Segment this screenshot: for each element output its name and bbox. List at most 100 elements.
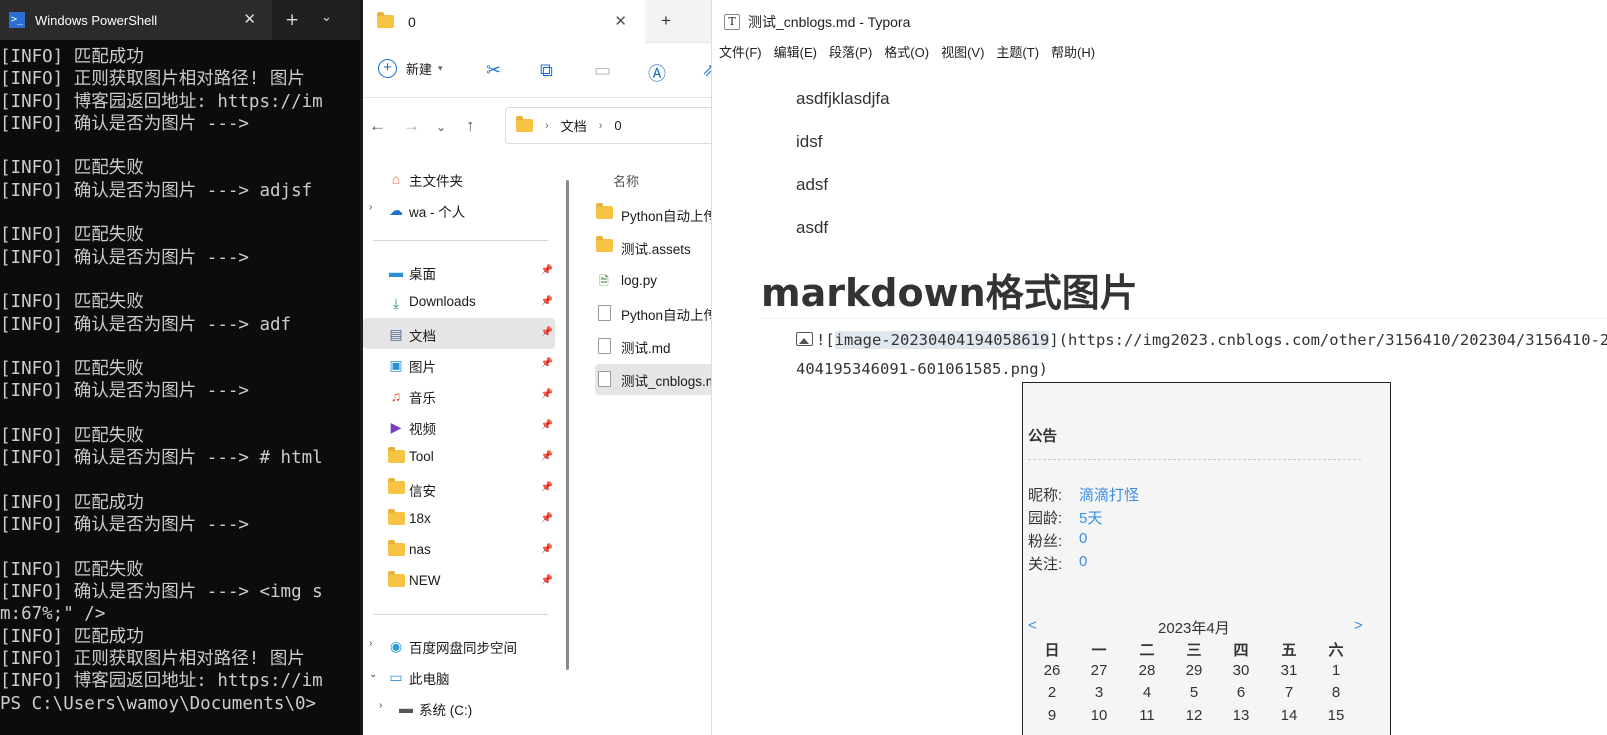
chevron-down-icon[interactable]: ⌄ [369,669,377,680]
close-icon[interactable]: ✕ [243,10,256,28]
paragraph[interactable]: asdf [796,218,828,238]
nav-item-18x[interactable]: 18x 📌 [363,504,555,535]
calendar-day[interactable]: 30 [1226,662,1256,679]
chevron-right-icon[interactable]: › [369,202,372,213]
breadcrumb-item[interactable]: 0 [614,118,621,133]
menu-view[interactable]: 视图(V) [941,42,984,61]
breadcrumb-item[interactable]: 文档 [561,116,587,135]
pin-icon[interactable]: 📌 [541,420,553,431]
nav-item-baidu[interactable]: › ◉ 百度网盘同步空间 [363,630,555,661]
recent-chevron-icon[interactable]: ⌄ [436,120,446,134]
nav-item-home[interactable]: ⌂ 主文件夹 [363,163,555,194]
calendar-day[interactable]: 5 [1179,684,1209,701]
pin-icon[interactable]: 📌 [541,544,553,555]
column-header-name[interactable]: 名称 [613,171,639,190]
info-value-link[interactable]: 0 [1079,530,1087,547]
markdown-image-source[interactable]: ![image-20230404194058619](https://img20… [796,326,1607,384]
calendar-day[interactable]: 11 [1132,707,1162,724]
file-item[interactable]: Python自动上传 [595,298,730,329]
file-item[interactable]: 测试.assets [595,232,730,263]
calendar-day[interactable]: 28 [1132,662,1162,679]
calendar-day[interactable]: 15 [1321,707,1351,724]
nav-item-documents[interactable]: ▤ 文档 📌 [363,318,555,349]
calendar-day[interactable]: 7 [1274,684,1304,701]
nav-item-tool[interactable]: Tool 📌 [363,442,555,473]
powershell-tab[interactable]: >_ Windows PowerShell ✕ [0,0,272,40]
cut-icon[interactable]: ✂ [486,60,501,81]
nav-item-pictures[interactable]: ▣ 图片 📌 [363,349,555,380]
paragraph[interactable]: adsf [796,175,828,195]
calendar-next-button[interactable]: > [1354,617,1363,634]
terminal-output[interactable]: [INFO] 匹配成功 [INFO] 正则获取图片相对路径! 图片 [INFO] 博… [0,46,360,715]
new-tab-icon[interactable]: + [285,10,299,30]
calendar-day[interactable]: 1 [1321,662,1351,679]
nav-item-xinan[interactable]: 信安 📌 [363,473,555,504]
nav-item-desktop[interactable]: ▬ 桌面 📌 [363,256,555,287]
pin-icon[interactable]: 📌 [541,451,553,462]
menu-paragraph[interactable]: 段落(P) [829,42,872,61]
nav-scrollbar[interactable] [566,180,569,670]
nav-item-onedrive[interactable]: › ☁ wa - 个人 [363,194,555,225]
file-item[interactable]: 🗎 log.py [595,265,730,296]
chevron-right-icon[interactable]: › [369,638,372,649]
calendar-day[interactable]: 27 [1084,662,1114,679]
nav-item-videos[interactable]: ▶ 视频 📌 [363,411,555,442]
nav-item-this-pc[interactable]: ⌄ ▭ 此电脑 [363,661,555,692]
heading-1[interactable]: markdown格式图片 [761,262,1138,317]
forward-arrow-icon[interactable]: → [403,116,420,136]
menu-help[interactable]: 帮助(H) [1051,42,1095,61]
pin-icon[interactable]: 📌 [541,296,553,307]
nav-item-drive-c[interactable]: › ▬ 系统 (C:) [373,692,565,723]
chevron-down-icon[interactable]: ⌄ [321,10,332,25]
nav-item-new[interactable]: NEW 📌 [363,566,555,597]
calendar-day[interactable]: 26 [1037,662,1067,679]
file-item[interactable]: Python自动上传 [595,199,730,230]
nav-item-nas[interactable]: nas 📌 [363,535,555,566]
explorer-tab[interactable]: 0 ✕ [363,0,645,43]
calendar-day[interactable]: 6 [1226,684,1256,701]
menu-file[interactable]: 文件(F) [719,42,762,61]
calendar-day[interactable]: 31 [1274,662,1304,679]
paragraph[interactable]: asdfjklasdjfa [796,89,890,109]
calendar-day[interactable]: 12 [1179,707,1209,724]
new-tab-icon[interactable]: + [661,11,671,31]
nav-item-downloads[interactable]: ⤓ Downloads 📌 [363,287,555,318]
info-value-link[interactable]: 滴滴打怪 [1079,484,1139,505]
calendar-day[interactable]: 29 [1179,662,1209,679]
calendar-day[interactable]: 8 [1321,684,1351,701]
pin-icon[interactable]: 📌 [541,389,553,400]
rename-icon[interactable]: Ⓐ [648,60,666,86]
calendar-day[interactable]: 2 [1037,684,1067,701]
copy-icon[interactable]: ⧉ [540,60,553,81]
file-item[interactable]: 测试_cnblogs.md [595,364,730,395]
calendar-day[interactable]: 14 [1274,707,1304,724]
up-arrow-icon[interactable]: ↑ [466,116,475,136]
close-icon[interactable]: ✕ [614,12,627,30]
calendar-day[interactable]: 3 [1084,684,1114,701]
menu-edit[interactable]: 编辑(E) [774,42,817,61]
back-arrow-icon[interactable]: ← [369,116,386,136]
address-bar[interactable]: › 文档 › 0 [505,107,730,144]
info-value-link[interactable]: 5天 [1079,507,1102,528]
calendar-day[interactable]: 9 [1037,707,1067,724]
pin-icon[interactable]: 📌 [541,358,553,369]
calendar-day[interactable]: 4 [1132,684,1162,701]
menu-theme[interactable]: 主题(T) [996,42,1039,61]
pin-icon[interactable]: 📌 [541,327,553,338]
file-item[interactable]: 测试.md [595,331,730,362]
calendar-prev-button[interactable]: < [1028,617,1037,634]
pin-icon[interactable]: 📌 [541,265,553,276]
nav-item-music[interactable]: ♫ 音乐 📌 [363,380,555,411]
pin-icon[interactable]: 📌 [541,513,553,524]
new-button[interactable]: + 新建 ▾ [378,59,443,78]
calendar-day[interactable]: 13 [1226,707,1256,724]
calendar-day[interactable]: 10 [1084,707,1114,724]
pin-icon[interactable]: 📌 [541,482,553,493]
embedded-image[interactable]: 公告 昵称: 滴滴打怪 园龄: 5天 粉丝: 0 关注: 0 < 2023年4月… [1022,382,1391,735]
paste-icon[interactable]: ▭ [594,60,611,81]
pin-icon[interactable]: 📌 [541,575,553,586]
menu-format[interactable]: 格式(O) [884,42,929,61]
chevron-right-icon[interactable]: › [379,700,382,711]
info-value-link[interactable]: 0 [1079,553,1087,570]
paragraph[interactable]: idsf [796,132,822,152]
